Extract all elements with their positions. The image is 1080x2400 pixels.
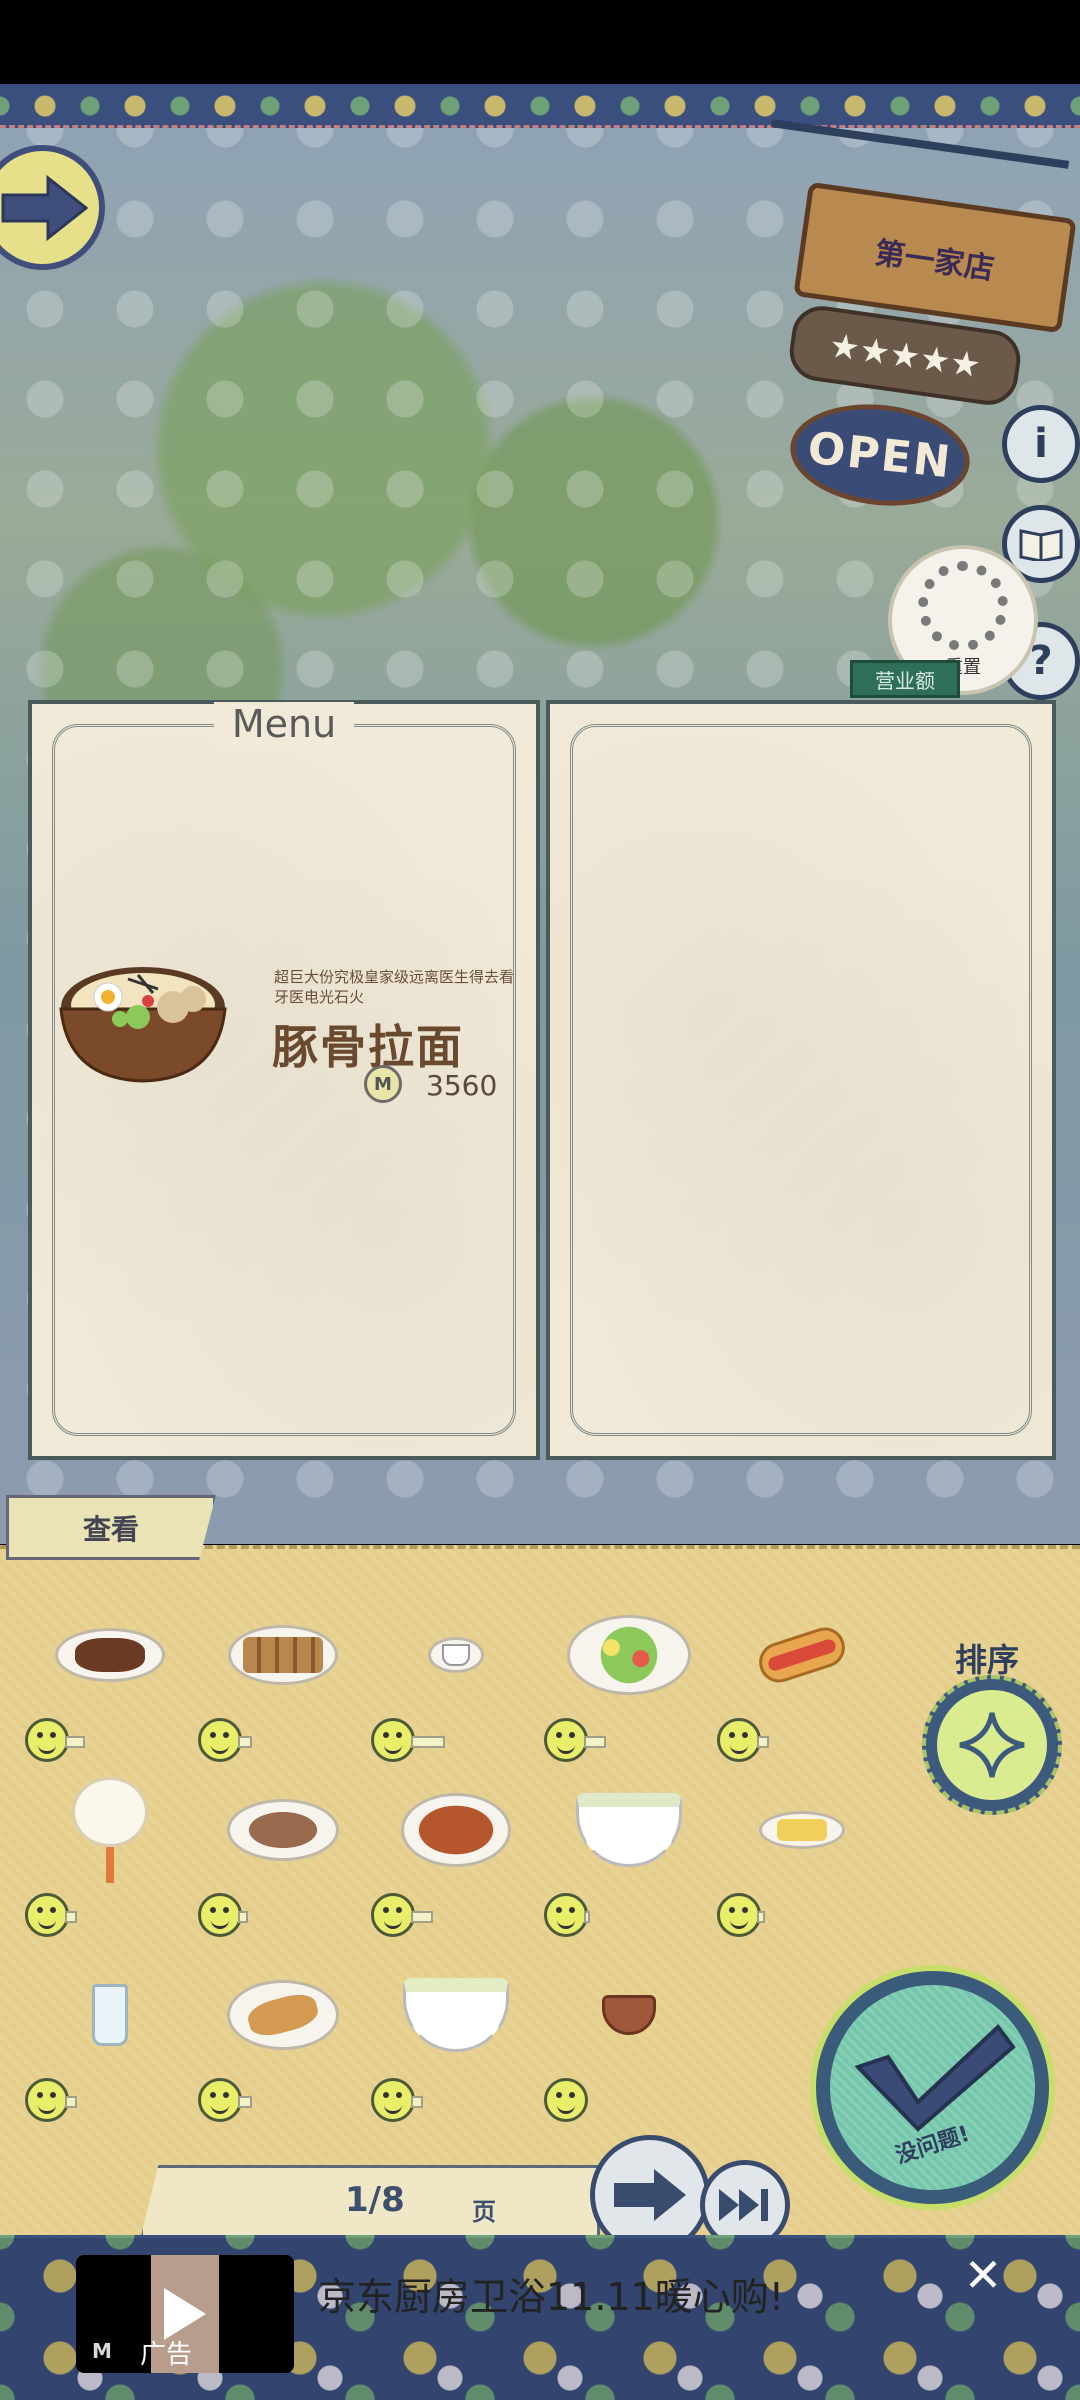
taste-face-icon [25,2078,69,2122]
menu-dish-entry[interactable]: 超巨大份究极皇家级远离医生得去看牙医电光石火 豚骨拉面 M 3560 [58,959,528,1109]
coin-icon: M [364,1065,402,1103]
taste-face-icon [371,1718,415,1762]
checkmark-icon [853,2023,1016,2132]
taste-face-icon [544,1893,588,1937]
dish-item-coffee-cup[interactable] [371,1600,541,1770]
menu-title: Menu [213,702,355,746]
taste-face-icon [371,2078,415,2122]
dish-item-hot-dog[interactable] [717,1600,887,1770]
menu-page-left: Menu 超巨大份究极皇家级远离医生得去看牙医电光石火 豚骨拉面 M 3560 [28,700,540,1460]
dish-item-soup-bowl[interactable] [371,1960,541,2130]
progress-bar [65,1911,77,1923]
sort-button[interactable] [922,1675,1062,1815]
book-icon [1019,529,1063,561]
progress-bar [238,1736,252,1748]
progress-bar [757,1911,765,1923]
dish-item-skewers[interactable] [198,1600,368,1770]
view-tab[interactable]: 查看 [6,1495,216,1560]
shop-name: 第一家店 [872,235,997,287]
taste-face-icon [198,1893,242,1937]
taste-face-icon [717,1718,761,1762]
progress-bar [238,1911,248,1923]
info-button[interactable]: i [1002,405,1080,483]
taste-face-icon [198,2078,242,2122]
play-icon [164,2288,206,2340]
view-tab-label: 查看 [82,1512,139,1546]
dish-item-noodle-soup[interactable] [544,1775,714,1945]
dish-item-glass-of-water[interactable] [25,1960,195,2130]
dish-item-small-bowl[interactable] [544,1960,714,2130]
progress-bar [411,2096,423,2108]
taste-face-icon [25,1718,69,1762]
game-screen: 第一家店 ★★★★★ OPEN i ? 重置 营业额 Menu 超巨大份究极皇家… [0,0,1080,2400]
dish-item-salad-plate[interactable] [544,1600,714,1770]
sort-label: 排序 [955,1641,1020,1679]
dish-description: 超巨大份究极皇家级远离医生得去看牙医电光石火 [274,968,515,1006]
dish-name: 豚骨拉面 [272,1020,464,1074]
dish-price: 3560 [426,1069,498,1102]
progress-bar [65,2096,77,2108]
info-icon: i [1034,421,1048,467]
open-label: OPEN [805,422,955,488]
progress-bar [411,1736,445,1748]
progress-bar [584,1911,590,1923]
revenue-label: 营业额 [850,660,960,698]
progress-bar [238,2096,252,2108]
page-number: 1/8 [345,2180,405,2220]
taste-face-icon [717,1893,761,1937]
fast-forward-icon [719,2189,768,2221]
sparkle-icon [959,1712,1025,1778]
dish-item-fried-fish[interactable] [198,1960,368,2130]
progress-bar [757,1736,769,1748]
progress-bar [65,1736,85,1748]
currency-symbol: M [374,1073,392,1095]
ad-text[interactable]: 京东厨房卫浴11.11暖心购! [318,2266,784,2321]
dish-item-noodle-plate[interactable] [371,1775,541,1945]
dish-item-egg-roll[interactable] [717,1775,887,1945]
menu-page-right [546,700,1056,1460]
page-unit: 页 [472,2198,496,2226]
dish-item-braised-meat[interactable] [25,1600,195,1770]
ramen-bowl-icon [59,967,227,1083]
taste-face-icon [544,1718,588,1762]
confirm-button[interactable]: 没问题! [810,1965,1055,2210]
dish-item-cotton-candy[interactable] [25,1775,195,1945]
taste-face-icon [371,1893,415,1937]
star-icons: ★★★★★ [826,325,984,386]
arrow-right-icon [614,2169,686,2221]
reset-icon [918,561,1008,651]
taste-face-icon [544,2078,588,2122]
taste-face-icon [25,1893,69,1937]
taste-face-icon [198,1718,242,1762]
ad-close-icon[interactable]: ✕ [958,2250,1008,2300]
dish-item-tofu-dish[interactable] [198,1775,368,1945]
arrow-right-icon [1,174,88,241]
progress-bar [584,1736,606,1748]
ad-logo: M [92,2339,112,2363]
progress-bar [411,1911,433,1923]
ad-badge: 广告 [140,2340,193,2370]
star-border-top [0,84,1080,128]
